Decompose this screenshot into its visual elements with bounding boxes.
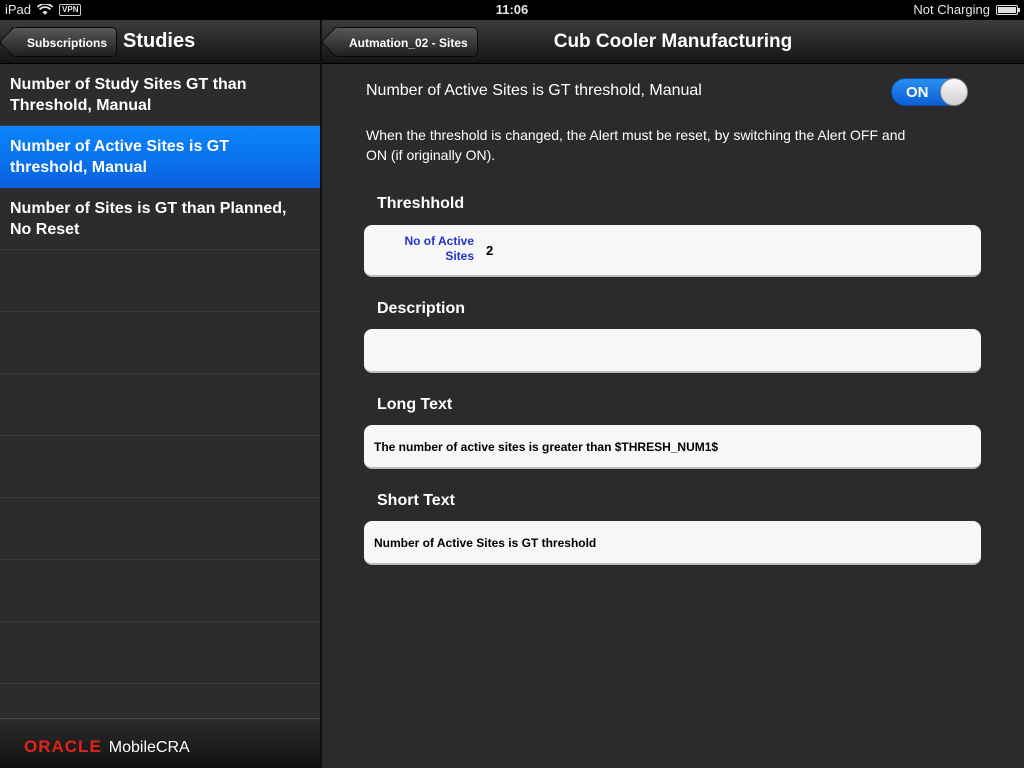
short-text-field[interactable]: Number of Active Sites is GT threshold [364,521,981,565]
master-pane: Subscriptions Studies Number of Study Si… [0,20,320,768]
brand-product: MobileCRA [108,739,190,756]
short-text-header: Short Text [377,492,455,509]
back-button-label: Subscriptions [27,36,108,50]
master-nav-bar: Subscriptions Studies [0,20,320,64]
back-button-label: Autmation_02 - Sites [349,36,468,50]
threshold-field-label: No of Active Sites [404,234,474,263]
list-item-selected[interactable]: Number of Active Sites is GT threshold, … [0,126,320,188]
empty-row [0,312,320,374]
battery-icon [996,4,1020,15]
description-header: Description [377,300,466,317]
alert-name: Number of Active Sites is GT threshold, … [366,82,702,99]
brand-company: ORACLE [24,737,102,756]
short-text-value: Number of Active Sites is GT threshold [374,536,597,550]
list-item-label: Number of Study Sites GT than Threshold,… [10,76,247,114]
master-title: Studies [123,30,196,52]
toggle-label: ON [906,84,929,101]
alert-list: Number of Study Sites GT than Threshold,… [0,64,320,684]
list-item[interactable]: Number of Sites is GT than Planned, No R… [0,188,320,250]
empty-row [0,560,320,622]
detail-pane: Cub Cooler Manufacturing Autmation_02 - … [322,20,1024,768]
sites-back-button[interactable]: Autmation_02 - Sites [332,27,478,57]
empty-row [0,622,320,684]
list-item-label: Number of Sites is GT than Planned, No R… [10,200,287,238]
threshold-header: Threshhold [377,195,465,212]
status-time: 11:06 [495,2,529,17]
long-text-field[interactable]: The number of active sites is greater th… [364,425,981,469]
reset-note: When the threshold is changed, the Alert… [366,127,906,163]
status-right: Not Charging [913,2,1020,17]
charging-status: Not Charging [913,2,990,17]
list-item[interactable]: Number of Study Sites GT than Threshold,… [0,64,320,126]
alert-toggle[interactable]: ON [891,78,968,106]
subscriptions-back-button[interactable]: Subscriptions [10,27,118,57]
status-bar: iPad VPN 11:06 Not Charging [0,0,1024,20]
threshold-value[interactable]: 2 [486,243,493,258]
long-text-value: The number of active sites is greater th… [374,440,719,454]
long-text-header: Long Text [377,396,453,413]
empty-row [0,250,320,312]
empty-row [0,498,320,560]
detail-nav-bar: Cub Cooler Manufacturing Autmation_02 - … [322,20,1024,64]
ipad-screen: iPad VPN 11:06 Not Charging Subscription… [0,0,1024,768]
toggle-knob[interactable] [940,78,968,106]
empty-row [0,374,320,436]
oracle-logo: ORACLE MobileCRA [24,737,190,757]
empty-row [0,436,320,498]
threshold-card[interactable]: No of Active Sites 2 [364,225,981,277]
description-field[interactable] [364,329,981,373]
list-item-label: Number of Active Sites is GT threshold, … [10,138,230,176]
master-toolbar: ORACLE MobileCRA [0,718,320,768]
